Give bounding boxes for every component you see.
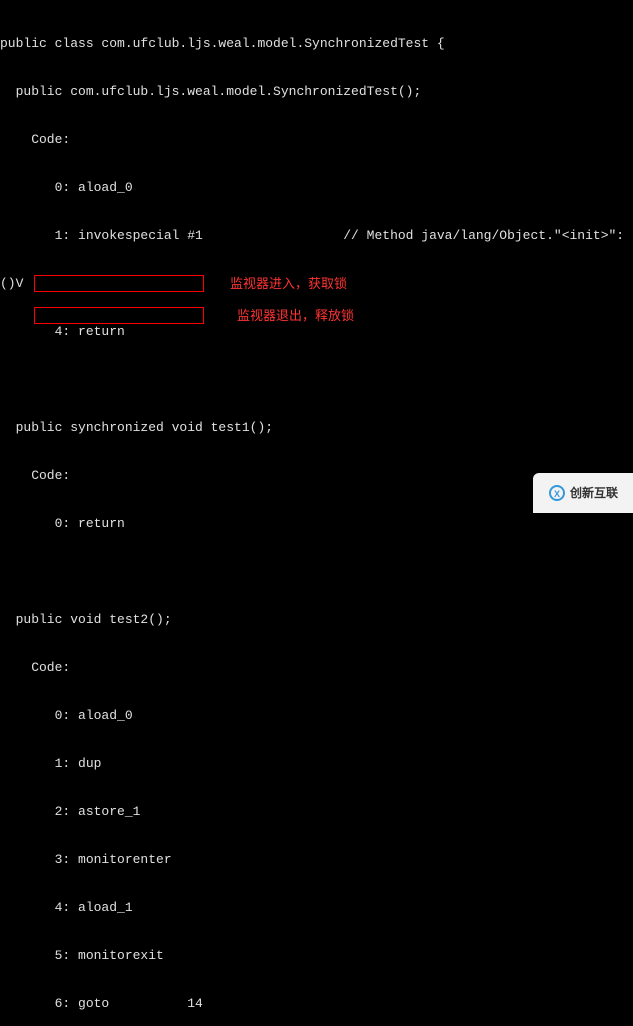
code-line [0,564,633,580]
code-line: 5: monitorexit [0,948,633,964]
code-line: Code: [0,660,633,676]
code-line: 6: goto 14 [0,996,633,1012]
bytecode-listing: public class com.ufclub.ljs.weal.model.S… [0,0,633,1026]
code-line: public void test2(); [0,612,633,628]
watermark-badge: X 创新互联 [533,473,633,513]
code-line: 4: aload_1 [0,900,633,916]
code-line: public synchronized void test1(); [0,420,633,436]
code-line: 0: return [0,516,633,532]
code-line: 3: monitorenter [0,852,633,868]
code-line: 1: invokespecial #1 // Method java/lang/… [0,228,633,244]
code-line: 0: aload_0 [0,708,633,724]
code-line: public com.ufclub.ljs.weal.model.Synchro… [0,84,633,100]
code-line: public class com.ufclub.ljs.weal.model.S… [0,36,633,52]
watermark-logo-icon: X [548,484,566,502]
svg-text:X: X [554,489,560,499]
code-line: 2: astore_1 [0,804,633,820]
code-line [0,372,633,388]
watermark-text: 创新互联 [570,485,618,501]
code-line: Code: [0,132,633,148]
annotation-monitorexit: 监视器退出，释放锁 [237,308,354,324]
code-line: 4: return [0,324,633,340]
code-line: 1: dup [0,756,633,772]
annotation-monitorenter: 监视器进入，获取锁 [230,276,347,292]
code-line: 0: aload_0 [0,180,633,196]
